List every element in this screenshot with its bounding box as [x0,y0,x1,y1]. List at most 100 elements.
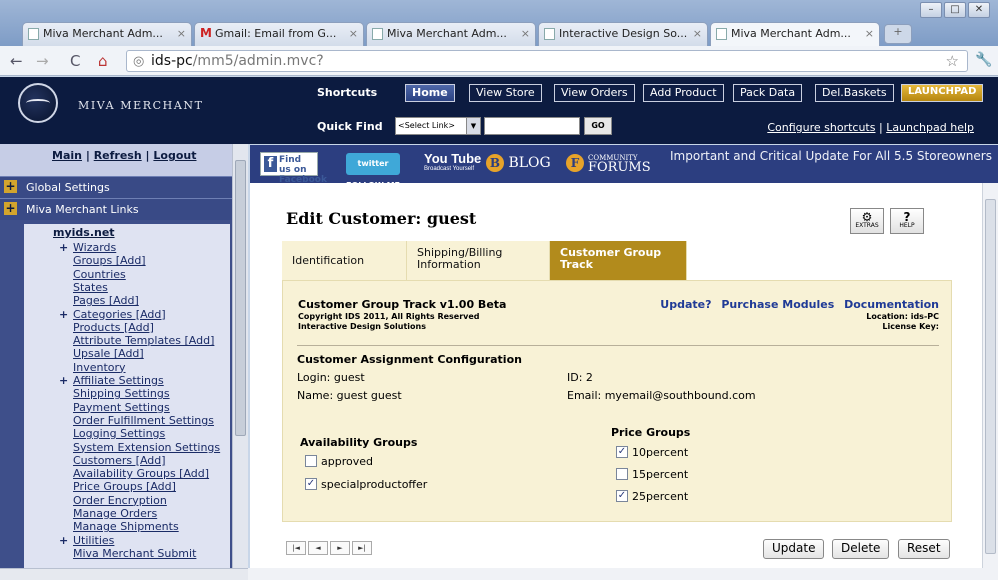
purchase-modules-link[interactable]: Purchase Modules [721,298,834,311]
launchpad-help-link[interactable]: Launchpad help [886,121,974,134]
sidebar-item-groups[interactable]: Groups [Add] [73,254,146,267]
price-checkbox-15percent[interactable]: 15percent [616,468,688,481]
close-window-icon[interactable]: ✕ [968,2,990,18]
sidebar-item-manage-shipments[interactable]: Manage Shipments [73,520,179,533]
content-scrollbar[interactable] [982,183,998,568]
first-record-button[interactable]: |◄ [286,541,306,555]
update-notice[interactable]: Important and Critical Update For All 5.… [670,149,998,163]
availability-checkbox-specialproductoffer[interactable]: ✓ specialproductoffer [305,478,427,491]
close-icon[interactable]: × [349,27,358,40]
sidebar-item-miva-links[interactable]: + Miva Merchant Links [0,198,232,220]
last-record-button[interactable]: ►| [352,541,372,555]
sidebar-item-inventory[interactable]: Inventory [73,361,126,374]
browser-tab[interactable]: Miva Merchant Adm... × [22,22,192,46]
sidebar-item-upsale[interactable]: Upsale [Add] [73,347,144,360]
scrollbar-thumb[interactable] [235,160,246,436]
youtube-badge[interactable]: You Tube Broadcast Yourself [424,151,481,172]
sidebar-item-global-settings[interactable]: + Global Settings [0,176,232,198]
tab-identification[interactable]: Identification [282,241,407,280]
sidebar-item-shipping-settings[interactable]: Shipping Settings [73,387,170,400]
sidebar-item-miva-merchant-submit[interactable]: Miva Merchant Submit [73,547,196,560]
update-check-link[interactable]: Update? [660,298,711,311]
checkbox-checked[interactable]: ✓ [305,478,317,490]
sidebar-item-categories[interactable]: + Categories [Add] [59,308,166,321]
sidebar-item-utilities[interactable]: + Utilities [59,534,114,547]
price-checkbox-10percent[interactable]: ✓ 10percent [616,446,688,459]
star-icon[interactable]: ☆ [946,52,959,70]
quick-find-input[interactable] [484,117,580,135]
expand-plus-icon[interactable]: + [4,180,17,193]
logout-link[interactable]: Logout [153,149,196,162]
checkbox-checked[interactable]: ✓ [616,446,628,458]
expand-plus-icon[interactable]: + [59,241,68,254]
close-icon[interactable]: × [177,27,186,40]
new-tab-button[interactable]: + [884,24,912,44]
availability-checkbox-approved[interactable]: approved [305,455,373,468]
shortcut-del-baskets[interactable]: Del.Baskets [815,84,894,102]
go-button[interactable]: GO [584,117,612,135]
sidebar-item-system-extension-settings[interactable]: System Extension Settings [73,441,220,454]
tab-shipping-billing[interactable]: Shipping/Billing Information [407,241,550,280]
quick-find-select[interactable]: <Select Link> ▼ [395,117,481,135]
sidebar-item-wizards[interactable]: + Wizards [59,241,116,254]
twitter-badge[interactable]: twitter FOLLOW ME [346,153,400,190]
checkbox[interactable] [616,468,628,480]
refresh-link[interactable]: Refresh [94,149,142,162]
close-icon[interactable]: × [865,27,874,40]
minimize-icon[interactable]: – [920,2,942,18]
configure-shortcuts-link[interactable]: Configure shortcuts [767,121,875,134]
home-icon[interactable]: ⌂ [98,52,108,70]
scrollbar-thumb[interactable] [985,199,996,554]
sidebar-item-customers[interactable]: Customers [Add] [73,454,166,467]
maximize-icon[interactable]: □ [944,2,966,18]
blog-link[interactable]: B BLOG [486,154,551,172]
shortcut-add-product[interactable]: Add Product [643,84,724,102]
sidebar-item-logging-settings[interactable]: Logging Settings [73,427,165,440]
price-checkbox-25percent[interactable]: ✓ 25percent [616,490,688,503]
reload-icon[interactable]: C [70,52,80,70]
browser-tab-active[interactable]: Miva Merchant Adm... × [710,22,880,46]
browser-tab[interactable]: Interactive Design So... × [538,22,708,46]
sidebar-item-order-encryption[interactable]: Order Encryption [73,494,167,507]
sidebar-hscrollbar[interactable] [0,568,248,580]
close-icon[interactable]: × [521,27,530,40]
shortcut-launchpad[interactable]: LAUNCHPAD [901,84,984,102]
address-bar[interactable]: ◎ ids-pc/mm5/admin.mvc? ☆ [126,50,968,72]
sidebar-item-affiliate-settings[interactable]: + Affiliate Settings [59,374,164,387]
browser-tab[interactable]: M Gmail: Email from G... × [194,22,364,46]
browser-tab[interactable]: Miva Merchant Adm... × [366,22,536,46]
documentation-link[interactable]: Documentation [844,298,939,311]
delete-button[interactable]: Delete [832,539,890,559]
sidebar-item-availability-groups[interactable]: Availability Groups [Add] [73,467,209,480]
next-record-button[interactable]: ► [330,541,350,555]
checkbox-checked[interactable]: ✓ [616,490,628,502]
checkbox[interactable] [305,455,317,467]
forward-icon[interactable]: → [36,52,49,70]
sidebar-item-order-fulfillment-settings[interactable]: Order Fulfillment Settings [73,414,214,427]
reset-button[interactable]: Reset [898,539,950,559]
expand-plus-icon[interactable]: + [59,308,68,321]
prev-record-button[interactable]: ◄ [308,541,328,555]
store-link[interactable]: myids.net [53,226,115,239]
tab-customer-group-track[interactable]: Customer Group Track [550,241,687,280]
update-button[interactable]: Update [763,539,825,559]
sidebar-item-pages[interactable]: Pages [Add] [73,294,139,307]
expand-plus-icon[interactable]: + [4,202,17,215]
expand-plus-icon[interactable]: + [59,534,68,547]
shortcut-view-store[interactable]: View Store [469,84,542,102]
shortcut-pack-data[interactable]: Pack Data [733,84,803,102]
extras-button[interactable]: ⚙ EXTRAS [850,208,884,234]
expand-plus-icon[interactable]: + [59,374,68,387]
help-button[interactable]: ? HELP [890,208,924,234]
sidebar-item-payment-settings[interactable]: Payment Settings [73,401,170,414]
sidebar-item-states[interactable]: States [73,281,108,294]
sidebar-item-countries[interactable]: Countries [73,268,126,281]
main-link[interactable]: Main [52,149,82,162]
sidebar-item-products[interactable]: Products [Add] [73,321,154,334]
shortcut-view-orders[interactable]: View Orders [554,84,635,102]
wrench-icon[interactable]: 🔧 [975,52,992,68]
close-icon[interactable]: × [693,27,702,40]
sidebar-scrollbar[interactable] [232,144,248,568]
sidebar-item-manage-orders[interactable]: Manage Orders [73,507,157,520]
facebook-badge[interactable]: Find us on Facebook [260,152,327,185]
